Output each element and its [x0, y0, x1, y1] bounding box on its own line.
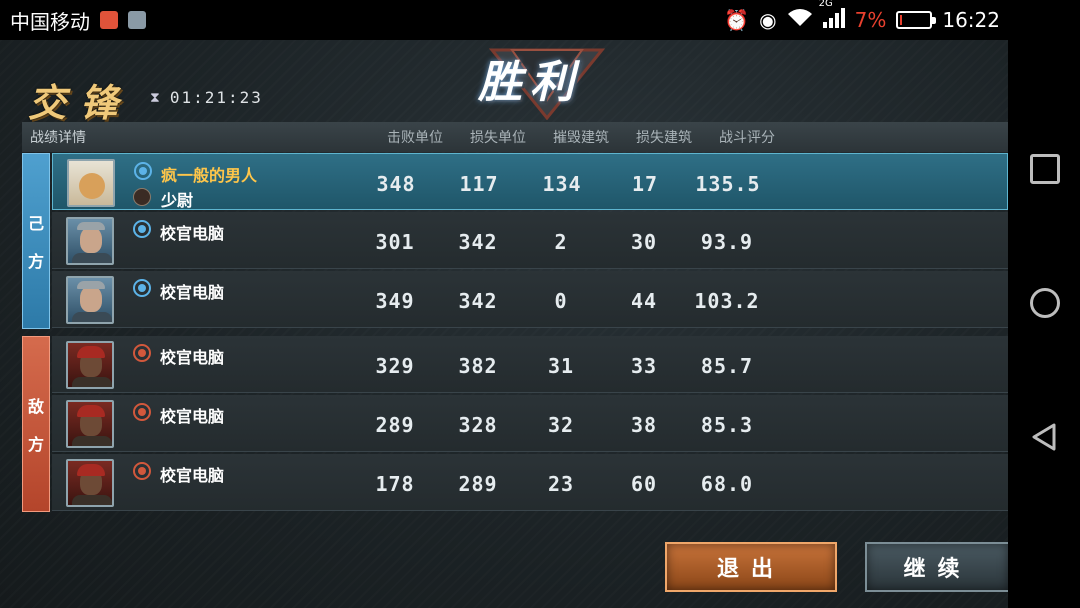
- timer-value: 01:21:23: [169, 88, 263, 107]
- stat-cell: 2: [554, 230, 568, 254]
- col-header-buildings-destroyed: 摧毁建筑: [553, 130, 609, 146]
- player-name: 疯一般的男人: [161, 166, 258, 185]
- enemy-label-char-2: 方: [27, 435, 44, 454]
- stat-cell: 342: [458, 289, 498, 313]
- mode-title: 交锋: [28, 80, 133, 125]
- ally-faction-icon: [133, 220, 151, 238]
- col-header-buildings-lost: 损失建筑: [636, 130, 692, 146]
- stat-cell: 85.7: [700, 354, 754, 378]
- player-name: 校官电脑: [160, 224, 225, 243]
- stat-cell: 349: [375, 289, 415, 313]
- stat-cell: 329: [375, 354, 415, 378]
- stat-cell: 68.0: [700, 472, 754, 496]
- player-avatar[interactable]: [66, 276, 114, 324]
- stat-cell: 348: [376, 172, 416, 196]
- player-row: 校官电脑 289 328 32 38 85.3: [52, 395, 1008, 452]
- battery-fill: [900, 15, 903, 25]
- stat-cell: 178: [375, 472, 415, 496]
- signal-icon: 2G: [819, 0, 845, 33]
- stat-cell: 0: [554, 289, 568, 313]
- stat-cell: 60: [630, 472, 658, 496]
- player-avatar[interactable]: [66, 400, 114, 448]
- player-avatar[interactable]: [66, 217, 114, 265]
- enemy-faction-icon: [133, 344, 151, 362]
- alarm-icon: ⏰: [724, 8, 750, 32]
- stat-cell: 103.2: [694, 289, 760, 313]
- stat-cell: 23: [547, 472, 575, 496]
- stat-cell: 134: [542, 172, 582, 196]
- player-row: 疯一般的男人 少尉 348 117 134 17 135.5: [52, 153, 1008, 210]
- status-bar: 中国移动 ⏰ ◉ 2G 7% 16:22: [0, 0, 1080, 40]
- stat-cell: 289: [458, 472, 498, 496]
- enemy-side-label: 敌 方: [22, 336, 50, 512]
- ally-label-char-1: 己: [27, 214, 44, 233]
- stat-cell: 38: [630, 413, 658, 437]
- stat-cell: 342: [458, 230, 498, 254]
- player-row: 校官电脑 301 342 2 30 93.9: [52, 212, 1008, 269]
- home-icon[interactable]: [1030, 288, 1060, 318]
- stat-cell: 33: [630, 354, 658, 378]
- stat-cell: 31: [547, 354, 575, 378]
- stat-cell: 85.3: [700, 413, 754, 437]
- hourglass-icon: ⧗: [150, 89, 162, 106]
- wifi-icon: [787, 8, 813, 33]
- eye-icon: ◉: [759, 8, 777, 32]
- battery-icon: [896, 11, 937, 29]
- notification-icon: [100, 11, 118, 29]
- col-header-losses: 损失单位: [470, 130, 526, 146]
- player-name: 校官电脑: [160, 348, 225, 367]
- battery-percent: 7%: [854, 8, 887, 32]
- enemy-faction-icon: [133, 462, 151, 480]
- ally-faction-icon: [134, 162, 152, 180]
- stat-cell: 301: [375, 230, 415, 254]
- stat-cell: 44: [630, 289, 658, 313]
- stat-cell: 32: [547, 413, 575, 437]
- player-rank: 少尉: [161, 191, 194, 210]
- stat-cell: 93.9: [700, 230, 754, 254]
- enemy-faction-icon: [133, 403, 151, 421]
- stat-cell: 30: [630, 230, 658, 254]
- gallery-notification-icon: [128, 11, 146, 29]
- player-avatar[interactable]: [66, 341, 114, 389]
- match-timer: ⧗ 01:21:23: [150, 88, 263, 107]
- player-name: 校官电脑: [160, 407, 225, 426]
- network-type: 2G: [818, 0, 833, 9]
- clock: 16:22: [942, 8, 1000, 32]
- player-name: 校官电脑: [160, 283, 225, 302]
- stat-cell: 117: [459, 172, 499, 196]
- stats-title: 战绩详情: [30, 130, 86, 146]
- ally-side-label: 己 方: [22, 153, 50, 329]
- player-name: 校官电脑: [160, 466, 225, 485]
- exit-button[interactable]: 退出: [665, 542, 837, 592]
- ally-faction-icon: [133, 279, 151, 297]
- game-screen: 交锋 ⧗ 01:21:23 胜利 战绩详情 击败单位 损失单位 摧毁建筑 损失建…: [0, 40, 1008, 608]
- recent-apps-icon[interactable]: [1030, 154, 1060, 184]
- continue-button[interactable]: 继续: [865, 542, 1008, 592]
- col-header-kills: 击败单位: [387, 130, 443, 146]
- stat-cell: 382: [458, 354, 498, 378]
- back-icon[interactable]: [1030, 422, 1060, 452]
- stat-cell: 328: [458, 413, 498, 437]
- player-row: 校官电脑 178 289 23 60 68.0: [52, 454, 1008, 511]
- stat-cell: 135.5: [695, 172, 761, 196]
- player-avatar[interactable]: [67, 159, 115, 207]
- enemy-label-char-1: 敌: [27, 397, 44, 416]
- carrier-name: 中国移动: [10, 9, 90, 34]
- victory-text: 胜利: [478, 57, 582, 108]
- player-avatar[interactable]: [66, 459, 114, 507]
- stat-cell: 17: [631, 172, 659, 196]
- col-header-score: 战斗评分: [719, 130, 775, 146]
- player-row: 校官电脑 349 342 0 44 103.2: [52, 271, 1008, 328]
- ally-label-char-2: 方: [27, 252, 44, 271]
- stat-cell: 289: [375, 413, 415, 437]
- rank-star-icon: [133, 188, 151, 206]
- android-nav-bar: [1008, 40, 1080, 608]
- stats-table-header: 战绩详情 击败单位 损失单位 摧毁建筑 损失建筑 战斗评分: [22, 122, 1008, 152]
- player-row: 校官电脑 329 382 31 33 85.7: [52, 336, 1008, 393]
